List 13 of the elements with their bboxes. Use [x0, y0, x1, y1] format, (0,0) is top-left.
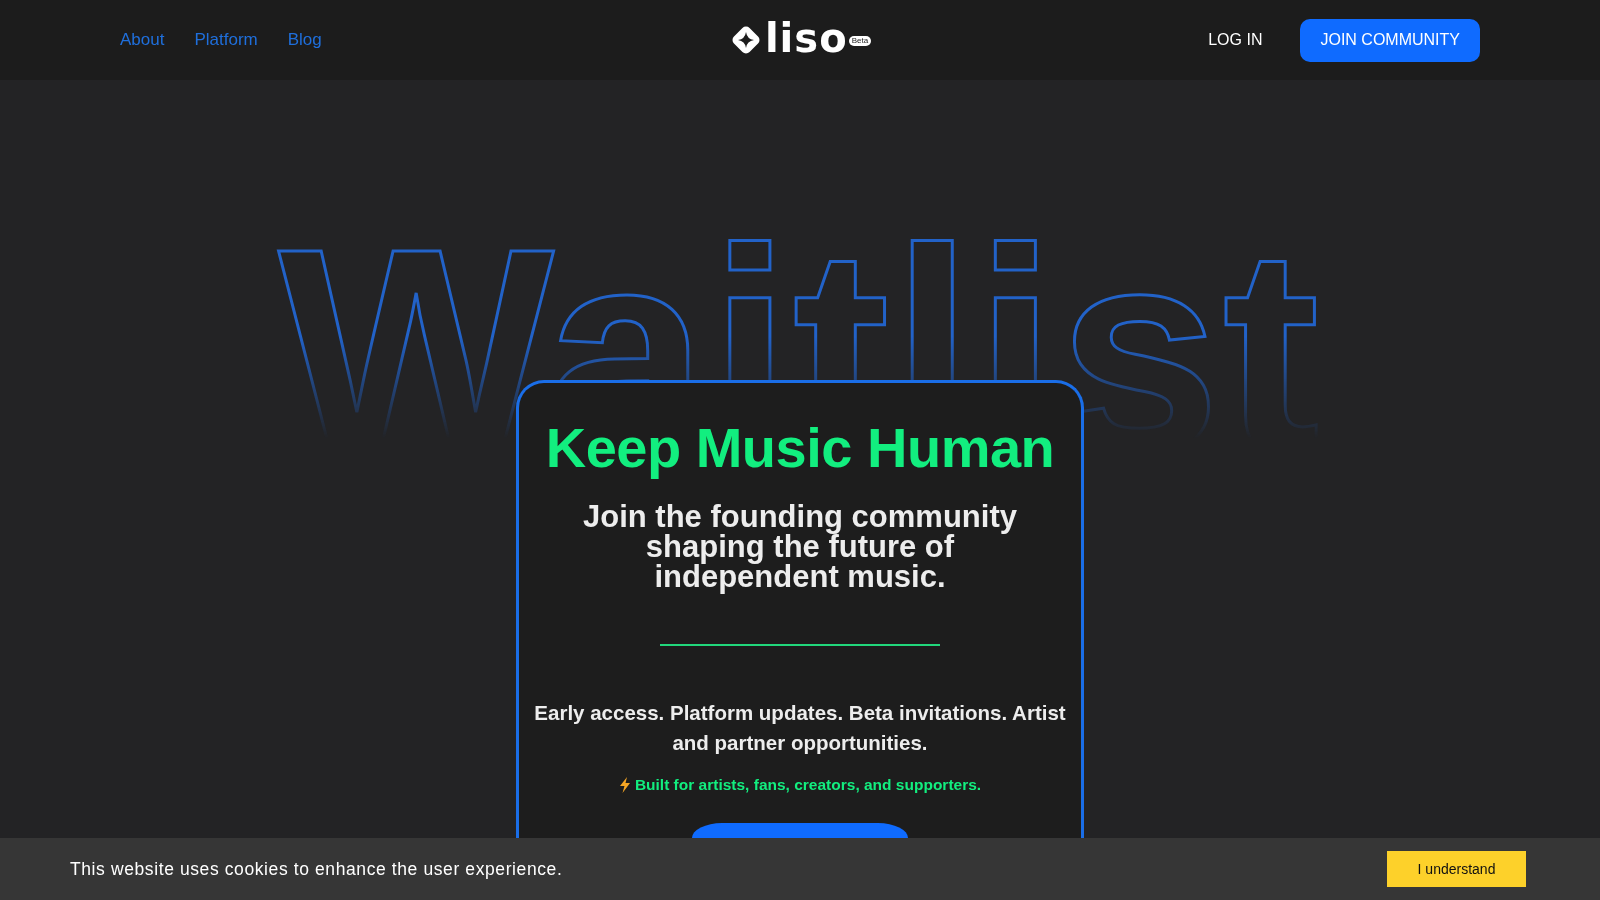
nav-link[interactable]: Blog: [287, 30, 322, 50]
login-link[interactable]: LOG IN: [1208, 31, 1263, 49]
card-description: Early access. Platform updates. Beta invitations. Artist and partner opportunities.: [533, 700, 1067, 756]
cookie-message: This website uses cookies to enhance the user experience.: [70, 858, 563, 880]
beta-badge: Beta: [848, 36, 872, 46]
join-community-button[interactable]: JOIN COMMUNITY: [1300, 18, 1480, 62]
lightning-icon: [618, 777, 631, 793]
nav-link[interactable]: Platform: [194, 30, 258, 50]
card-subtitle: Join the founding community shaping the future of independent music.: [582, 502, 1018, 592]
card-tagline: Built for artists, fans, creators, and supporters.: [634, 776, 982, 794]
nav-link[interactable]: About: [120, 30, 165, 50]
primary-button[interactable]: [692, 823, 908, 838]
accept-cookies-button[interactable]: I understand: [1387, 851, 1526, 887]
